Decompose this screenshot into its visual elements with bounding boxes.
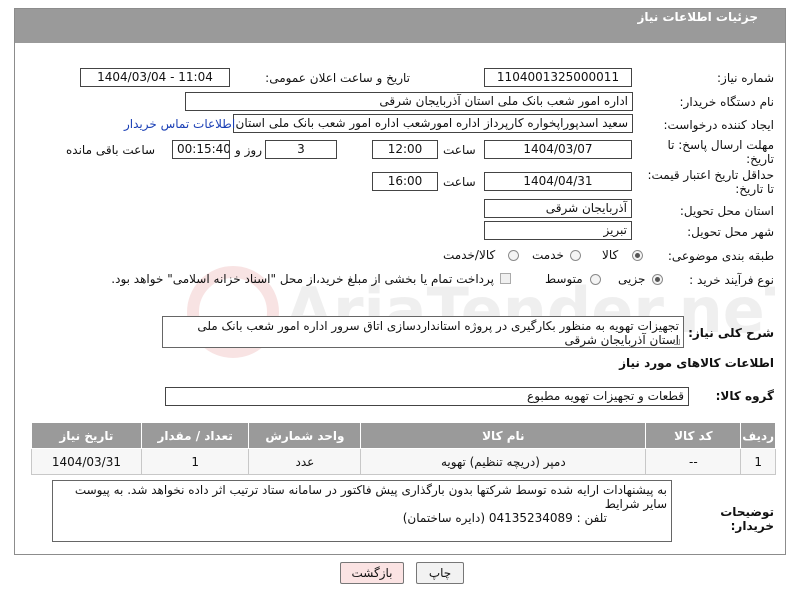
- cell-item-code: --: [645, 448, 742, 475]
- col-item-code: کد کالا: [645, 422, 742, 449]
- cell-row-number: 1: [740, 448, 776, 475]
- col-unit: واحد شمارش: [248, 422, 362, 449]
- treasury-payment-note: پرداخت تمام یا بخشی از مبلغ خرید،از محل …: [111, 272, 494, 286]
- validity-time-label: ساعت: [443, 175, 476, 189]
- deadline-date-field[interactable]: 1404/03/07: [484, 140, 632, 159]
- announce-datetime-field[interactable]: 1404/03/04 - 11:04: [80, 68, 230, 87]
- validity-date-label: تا تاریخ:: [735, 182, 774, 196]
- process-radio-medium[interactable]: [590, 274, 601, 285]
- category-label: طبقه بندی موضوعی:: [667, 249, 774, 263]
- city-label: شهر محل تحویل:: [687, 225, 774, 239]
- page-title: جزئیات اطلاعات نیاز: [637, 10, 758, 24]
- buyer-notes-line-2: تلفن : 04135234089 (دایره ساختمان): [402, 511, 607, 525]
- validity-time-field[interactable]: 16:00: [372, 172, 438, 191]
- category-radio-goods-service[interactable]: [508, 250, 519, 261]
- watermark-logo: AriaTender.neT: [187, 266, 775, 358]
- table-row[interactable]: 1 -- دمپر (دریچه تنظیم) تهویه عدد 1 1404…: [31, 448, 776, 475]
- goods-info-title: اطلاعات کالاهای مورد نیاز: [619, 356, 774, 370]
- process-label: نوع فرآیند خرید :: [689, 273, 774, 287]
- category-radio-goods[interactable]: [632, 250, 643, 261]
- col-need-date: تاریخ نیاز: [31, 422, 142, 449]
- announce-datetime-label: تاریخ و ساعت اعلان عمومی:: [265, 71, 410, 85]
- back-button[interactable]: بازگشت: [340, 562, 404, 584]
- buyer-notes-line-1: به پیشنهادات ارایه شده توسط شرکتها بدون …: [74, 483, 667, 511]
- days-label: روز و: [235, 143, 262, 157]
- days-remaining-field[interactable]: 3: [265, 140, 337, 159]
- category-option-goods-service: کالا/خدمت: [443, 248, 496, 262]
- buyer-org-field[interactable]: اداره امور شعب بانک ملی استان آذربایجان …: [185, 92, 633, 111]
- buyer-contact-link[interactable]: اطلاعات تماس خریدار: [124, 117, 235, 131]
- treasury-payment-checkbox[interactable]: [500, 273, 511, 284]
- col-item-name: نام کالا: [360, 422, 647, 449]
- category-radio-service[interactable]: [570, 250, 581, 261]
- cell-unit: عدد: [248, 448, 362, 475]
- col-quantity: تعداد / مقدار: [140, 422, 250, 449]
- need-number-field[interactable]: 1104001325000011: [484, 68, 632, 87]
- category-option-service: خدمت: [532, 248, 564, 262]
- deadline-time-field[interactable]: 12:00: [372, 140, 438, 159]
- goods-table: ردیف کد کالا نام کالا واحد شمارش تعداد /…: [31, 422, 776, 475]
- resize-handle-icon[interactable]: [674, 339, 680, 345]
- deadline-time-label: ساعت: [443, 143, 476, 157]
- buyer-notes-label: توضیحات خریدار:: [720, 505, 774, 533]
- process-option-medium: متوسط: [545, 272, 583, 286]
- cell-need-date: 1404/03/31: [31, 448, 142, 475]
- creator-field[interactable]: سعید اسدپوراپخواره کارپرداز اداره امورشع…: [233, 114, 633, 133]
- validity-label: حداقل تاریخ اعتبار قیمت:: [647, 168, 774, 182]
- print-button[interactable]: چاپ: [416, 562, 464, 584]
- description-textarea[interactable]: تجهیزات تهویه به منظور بکارگیری در پروژه…: [162, 316, 684, 348]
- validity-date-field[interactable]: 1404/04/31: [484, 172, 632, 191]
- need-number-label: شماره نیاز:: [717, 71, 774, 85]
- creator-label: ایجاد کننده درخواست:: [663, 118, 774, 132]
- goods-group-field[interactable]: قطعات و تجهیزات تهویه مطبوع: [165, 387, 689, 406]
- col-row-number: ردیف: [740, 422, 776, 449]
- cell-quantity: 1: [140, 448, 250, 475]
- deadline-date-label: تاریخ:: [746, 152, 774, 166]
- category-option-goods: کالا: [602, 248, 619, 262]
- province-field[interactable]: آذربایجان شرقی: [484, 199, 632, 218]
- city-field[interactable]: تبریز: [484, 221, 632, 240]
- goods-group-label: گروه کالا:: [715, 389, 774, 403]
- remaining-time-field[interactable]: 00:15:40: [172, 140, 230, 159]
- table-header-row: ردیف کد کالا نام کالا واحد شمارش تعداد /…: [31, 422, 776, 449]
- process-option-minor: جزیی: [618, 272, 646, 286]
- remaining-time-label: ساعت باقی مانده: [66, 143, 156, 157]
- cell-item-name: دمپر (دریچه تنظیم) تهویه: [360, 448, 647, 475]
- deadline-label: مهلت ارسال پاسخ: تا: [667, 138, 774, 152]
- province-label: استان محل تحویل:: [679, 204, 774, 218]
- process-radio-minor[interactable]: [652, 274, 663, 285]
- description-label: شرح کلی نیاز:: [688, 326, 774, 340]
- buyer-org-label: نام دستگاه خریدار:: [679, 95, 775, 109]
- buyer-notes-textarea[interactable]: به پیشنهادات ارایه شده توسط شرکتها بدون …: [52, 480, 672, 542]
